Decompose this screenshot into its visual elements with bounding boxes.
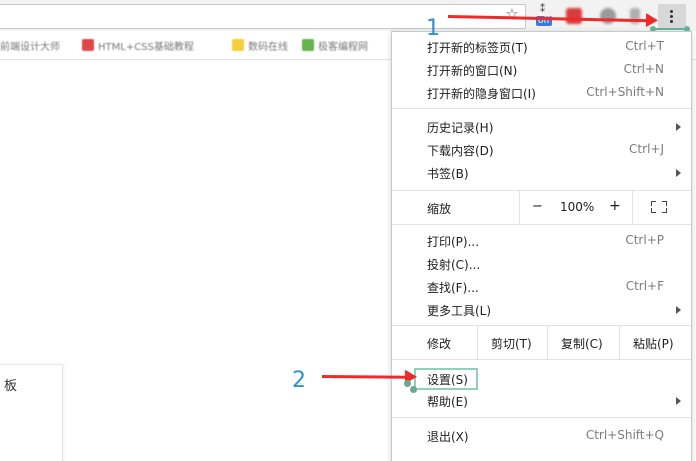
bookmark-favicon-icon	[302, 39, 314, 51]
zoom-level: 100%	[560, 200, 595, 214]
settings-highlight-box	[414, 368, 478, 390]
edit-label: 修改	[427, 337, 452, 351]
menu-item-history[interactable]: 历史记录(H)	[392, 115, 691, 138]
marker-dot	[410, 386, 417, 393]
chrome-menu: 打开新的标签页(T) Ctrl+T 打开新的窗口(N) Ctrl+N 打开新的隐…	[391, 31, 692, 461]
menu-item-bookmarks[interactable]: 书签(B)	[392, 161, 691, 184]
bookmark-item[interactable]: 前端设计大师	[0, 38, 60, 53]
menu-divider	[392, 359, 691, 360]
fullscreen-icon[interactable]	[651, 201, 667, 213]
bookmark-item[interactable]: 数码在线	[232, 38, 288, 53]
folder-icon	[232, 39, 244, 51]
menu-edit-row: 修改 剪切(T) 复制(C) 粘贴(P)	[392, 326, 691, 359]
menu-item-downloads[interactable]: 下载内容(D) Ctrl+J	[392, 138, 691, 161]
zoom-label: 缩放	[427, 202, 452, 216]
submenu-arrow-icon	[676, 306, 681, 314]
step-1-label: 1	[426, 16, 440, 41]
bookmark-item[interactable]: HTML+CSS基础教程	[82, 38, 194, 53]
menu-item-print[interactable]: 打印(P)... Ctrl+P	[392, 229, 691, 252]
step-2-label: 2	[292, 368, 306, 393]
cut-button[interactable]: 剪切(T)	[491, 335, 532, 352]
menu-item-cast[interactable]: 投射(C)...	[392, 252, 691, 275]
browser-toolbar: ☆ ⁑ off	[0, 0, 696, 32]
zoom-in-button[interactable]: +	[609, 198, 621, 214]
bookmark-favicon-icon	[82, 39, 94, 51]
menu-item-help[interactable]: 帮助(E)	[392, 389, 691, 412]
menu-divider	[392, 108, 691, 109]
extension-gray-icon[interactable]	[600, 8, 616, 24]
menu-item-exit[interactable]: 退出(X) Ctrl+Shift+Q	[392, 424, 691, 447]
submenu-arrow-icon	[676, 123, 681, 131]
browser-window: ☆ ⁑ off 前端设计大师 HTML+CSS基础教程 数码在线 极客编程网 板…	[0, 0, 696, 461]
star-icon[interactable]: ☆	[504, 6, 520, 22]
paste-button[interactable]: 粘贴(P)	[633, 335, 674, 352]
menu-item-new-window[interactable]: 打开新的窗口(N) Ctrl+N	[392, 58, 691, 81]
submenu-arrow-icon	[676, 397, 681, 405]
marker-dot	[404, 380, 411, 387]
copy-button[interactable]: 复制(C)	[561, 335, 603, 352]
menu-divider	[392, 224, 691, 225]
menu-item-find[interactable]: 查找(F)... Ctrl+F	[392, 275, 691, 298]
menu-divider	[392, 417, 691, 418]
step-2-arrow	[321, 375, 408, 379]
side-panel-text: 板	[4, 379, 18, 394]
menu-item-more-tools[interactable]: 更多工具(L)	[392, 298, 691, 321]
extension-red-icon[interactable]	[566, 8, 582, 24]
more-vert-icon[interactable]	[658, 4, 686, 28]
highlight-marker	[650, 26, 690, 32]
submenu-arrow-icon	[676, 169, 681, 177]
menu-zoom-row: 缩放 − 100% +	[392, 191, 691, 224]
bookmark-item[interactable]: 极客编程网	[302, 38, 368, 53]
zoom-out-button[interactable]: −	[532, 199, 543, 214]
side-panel: 板	[0, 364, 63, 461]
menu-item-incognito[interactable]: 打开新的隐身窗口(I) Ctrl+Shift+N	[392, 81, 691, 104]
